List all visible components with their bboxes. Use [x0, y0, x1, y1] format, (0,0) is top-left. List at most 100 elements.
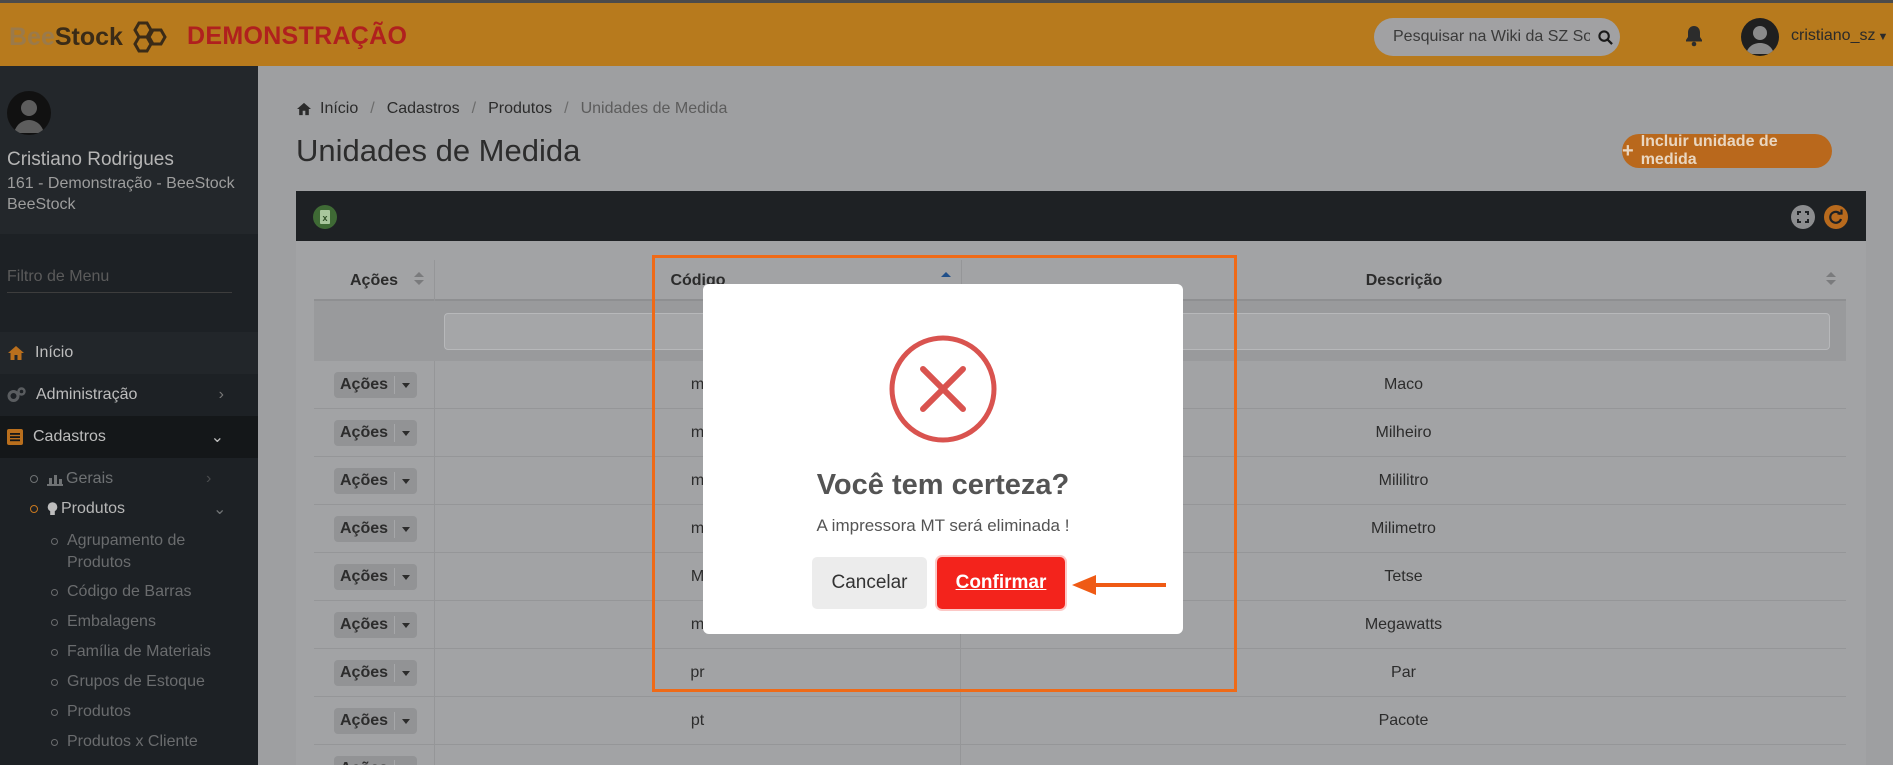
profile-company: 161 - Demonstração - BeeStock BeeStock [7, 175, 235, 213]
sidebar: Cristiano Rodrigues 161 - Demonstração -… [0, 66, 258, 765]
sidebar-item-cadastros[interactable]: Cadastros ⌄ [0, 416, 258, 458]
error-x-icon [889, 335, 997, 443]
row-actions-dropdown[interactable]: Ações [334, 420, 417, 446]
breadcrumb-produtos[interactable]: Produtos [488, 100, 552, 118]
breadcrumb-inicio[interactable]: Início [320, 100, 358, 118]
sidebar-subitem-agrupamento[interactable]: Agrupamento de Produtos [51, 530, 241, 574]
row-actions-label: Ações [334, 616, 395, 634]
bullet-icon [51, 589, 58, 596]
sidebar-subitem-label: Agrupamento de Produtos [67, 532, 186, 571]
breadcrumb-cadastros[interactable]: Cadastros [387, 100, 460, 118]
beestock-logo[interactable]: Bee Stock [9, 21, 167, 53]
row-actions-label: Ações [334, 520, 395, 538]
sidebar-subitem-gerais[interactable]: Gerais › [30, 470, 211, 488]
add-unit-button[interactable]: + Incluir unidade de medida [1622, 133, 1832, 168]
row-actions-dropdown[interactable]: Ações [334, 708, 417, 734]
bullet-icon [51, 709, 58, 716]
sidebar-subitem-label: Código de Barras [67, 583, 192, 600]
caret-down-icon [395, 622, 417, 628]
sidebar-subitem-label: Embalagens [67, 613, 156, 630]
sidebar-subitem-label: Produtos [67, 703, 132, 720]
row-actions-label: Ações [334, 472, 395, 490]
user-menu-dropdown[interactable]: cristiano_sz ▼ [1791, 27, 1888, 45]
search-icon[interactable] [1590, 18, 1620, 56]
honeycomb-icon [133, 21, 167, 53]
sidebar-item-inicio[interactable]: Início [0, 332, 258, 374]
sidebar-item-administracao[interactable]: Administração › [0, 374, 258, 416]
sidebar-subitem-label: Produtos x Cliente [67, 733, 198, 750]
row-actions-label: Ações [334, 376, 395, 394]
sidebar-subitem-produtos[interactable]: Produtos [51, 701, 241, 723]
confirm-button[interactable]: Confirmar [937, 557, 1065, 609]
row-actions-label: Ações [334, 568, 395, 586]
bullet-icon [51, 679, 58, 686]
table-row: Ações pt Pacote [314, 697, 1846, 745]
bullet-icon [51, 538, 58, 545]
bullet-icon [30, 475, 38, 483]
wiki-search-input[interactable]: Pesquisar na Wiki da SZ Soluções [1374, 18, 1620, 56]
row-actions-dropdown[interactable]: Ações [334, 468, 417, 494]
row-actions-label: Ações [334, 664, 395, 682]
list-icon [7, 429, 23, 445]
cell-descricao [961, 745, 1846, 765]
logo-bee-text: Bee [9, 22, 55, 51]
caret-down-icon [395, 718, 417, 724]
user-avatar[interactable] [1741, 18, 1779, 56]
bullet-icon [30, 505, 38, 513]
sidebar-item-label: Administração [36, 386, 138, 403]
cancel-button[interactable]: Cancelar [812, 557, 927, 609]
table-toolbar: x [296, 191, 1866, 241]
search-placeholder: Pesquisar na Wiki da SZ Soluções [1393, 28, 1590, 45]
row-actions-dropdown[interactable]: Ações [334, 756, 417, 765]
caret-down-icon [395, 670, 417, 676]
profile-name: Cristiano Rodrigues [7, 149, 174, 170]
caret-down-icon [395, 430, 417, 436]
row-actions-dropdown[interactable]: Ações [334, 660, 417, 686]
caret-down-icon: ▼ [1877, 31, 1889, 43]
chevron-down-icon: ⌄ [210, 429, 224, 446]
breadcrumb: Início / Cadastros / Produtos / Unidades… [296, 100, 727, 118]
row-actions-dropdown[interactable]: Ações [334, 372, 417, 398]
sidebar-subitem-label: Gerais [66, 470, 114, 487]
sidebar-subitem-familia[interactable]: Família de Materiais [51, 641, 241, 663]
cell-descricao: Pacote [1378, 712, 1429, 729]
username-label: cristiano_sz [1791, 27, 1876, 44]
breadcrumb-separator: / [370, 100, 375, 117]
dialog-title: Você tem certeza? [816, 469, 1070, 501]
row-actions-dropdown[interactable]: Ações [334, 564, 417, 590]
caret-down-icon [395, 526, 417, 532]
notification-bell-icon[interactable] [1684, 25, 1704, 52]
sidebar-profile: Cristiano Rodrigues 161 - Demonstração -… [0, 66, 258, 234]
bullet-icon [51, 619, 58, 626]
caret-down-icon [395, 478, 417, 484]
cell-codigo [434, 745, 961, 765]
sidebar-item-label: Início [35, 344, 74, 361]
svg-text:x: x [322, 213, 327, 223]
sidebar-subitem-grupos-estoque[interactable]: Grupos de Estoque [51, 671, 241, 693]
environment-label: DEMONSTRAÇÃO [187, 22, 408, 50]
profile-avatar [7, 91, 51, 135]
fullscreen-icon[interactable] [1791, 205, 1815, 229]
breadcrumb-separator: / [564, 100, 569, 117]
sidebar-subitem-produtos[interactable]: Produtos ⌄ [30, 500, 226, 518]
home-icon [297, 102, 311, 116]
breadcrumb-separator: / [471, 100, 477, 117]
row-actions-dropdown[interactable]: Ações [334, 516, 417, 542]
column-header-label: Ações [349, 271, 399, 289]
refresh-icon[interactable] [1824, 205, 1848, 229]
add-unit-label: Incluir unidade de medida [1640, 133, 1778, 168]
excel-export-icon[interactable]: x [313, 205, 337, 229]
sort-icon [1826, 272, 1836, 285]
row-actions-label: Ações [334, 424, 395, 442]
menu-filter-input[interactable]: Filtro de Menu [7, 268, 232, 293]
column-header-label: Descrição [1365, 271, 1443, 289]
sidebar-subitem-label: Família de Materiais [67, 643, 212, 660]
sidebar-subitem-codigo-barras[interactable]: Código de Barras [51, 581, 241, 603]
sidebar-subitem-produtos-cliente[interactable]: Produtos x Cliente [51, 731, 241, 753]
row-actions-label: Ações [334, 712, 395, 730]
sidebar-subitem-embalagens[interactable]: Embalagens [51, 611, 241, 633]
column-header-acoes[interactable]: Ações [314, 260, 434, 301]
row-actions-dropdown[interactable]: Ações [334, 612, 417, 638]
sidebar-subitem-label: Produtos [61, 500, 126, 517]
sidebar-item-label: Cadastros [33, 428, 106, 445]
